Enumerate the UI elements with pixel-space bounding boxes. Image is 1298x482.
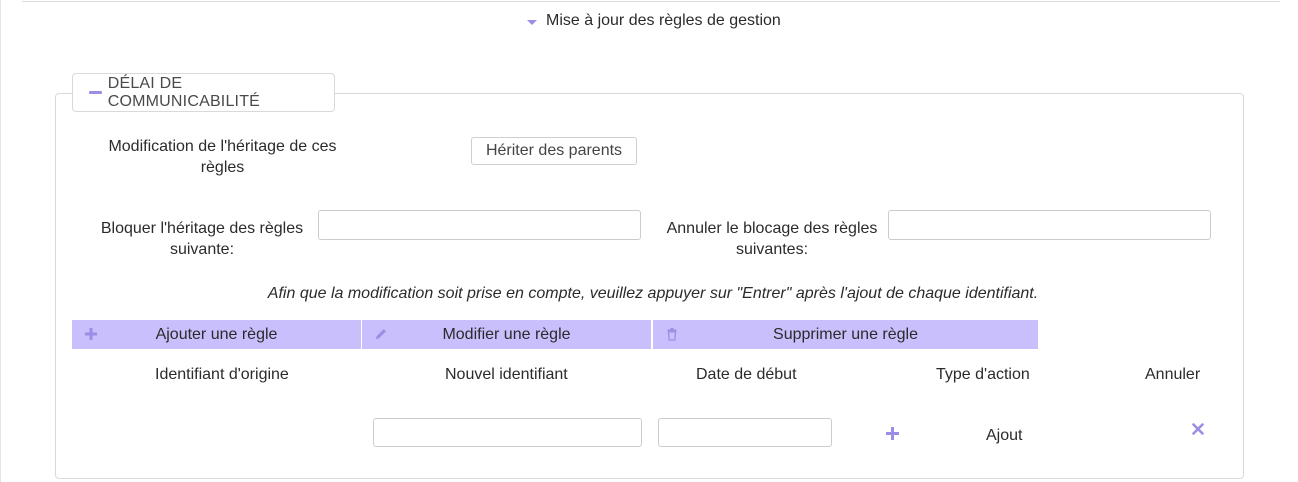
header-origin-id: Identifiant d'origine	[155, 366, 289, 383]
inheritance-label: Modification de l'héritage de ces règles	[108, 138, 337, 176]
section-toggle-rules-update[interactable]: Mise à jour des règles de gestion	[527, 10, 781, 32]
section-toggle-label: Mise à jour des règles de gestion	[546, 12, 781, 29]
header-start-date: Date de début	[696, 366, 797, 383]
communicability-legend-toggle[interactable]: DÉLAI DE COMMUNICABILITÉ	[72, 73, 335, 112]
edit-rule-label: Modifier une règle	[442, 325, 571, 343]
minus-icon	[89, 91, 102, 94]
new-id-input[interactable]	[373, 418, 642, 447]
delete-rule-label: Supprimer une règle	[773, 325, 918, 343]
block-inheritance-input[interactable]	[318, 210, 641, 240]
page-left-border	[0, 0, 1, 482]
delete-rule-button[interactable]: Supprimer une règle	[653, 320, 1038, 349]
edit-rule-button[interactable]: Modifier une règle	[362, 320, 651, 349]
pencil-icon	[376, 329, 386, 339]
start-date-input[interactable]	[658, 418, 832, 447]
add-rule-label: Ajouter une règle	[155, 325, 278, 343]
close-icon[interactable]	[1192, 423, 1204, 435]
plus-icon[interactable]	[886, 427, 899, 440]
trash-icon	[667, 328, 677, 341]
caret-down-icon	[527, 19, 537, 25]
header-cancel: Annuler	[1145, 366, 1201, 383]
action-type-value: Ajout	[986, 427, 1023, 444]
plus-icon	[85, 328, 97, 340]
enter-key-hint: Afin que la modification soit prise en c…	[267, 285, 1039, 302]
unblock-inheritance-label: Annuler le blocage des règles suivantes:	[666, 220, 878, 258]
unblock-inheritance-input[interactable]	[888, 210, 1211, 240]
block-inheritance-label: Bloquer l'héritage des règles suivante:	[100, 220, 304, 258]
inherit-from-parents-button[interactable]: Hériter des parents	[471, 137, 637, 165]
add-rule-button[interactable]: Ajouter une règle	[72, 320, 361, 349]
top-divider	[22, 1, 1280, 2]
header-new-id: Nouvel identifiant	[445, 366, 568, 383]
header-action-type: Type d'action	[936, 366, 1030, 383]
legend-label: DÉLAI DE COMMUNICABILITÉ	[107, 74, 261, 110]
